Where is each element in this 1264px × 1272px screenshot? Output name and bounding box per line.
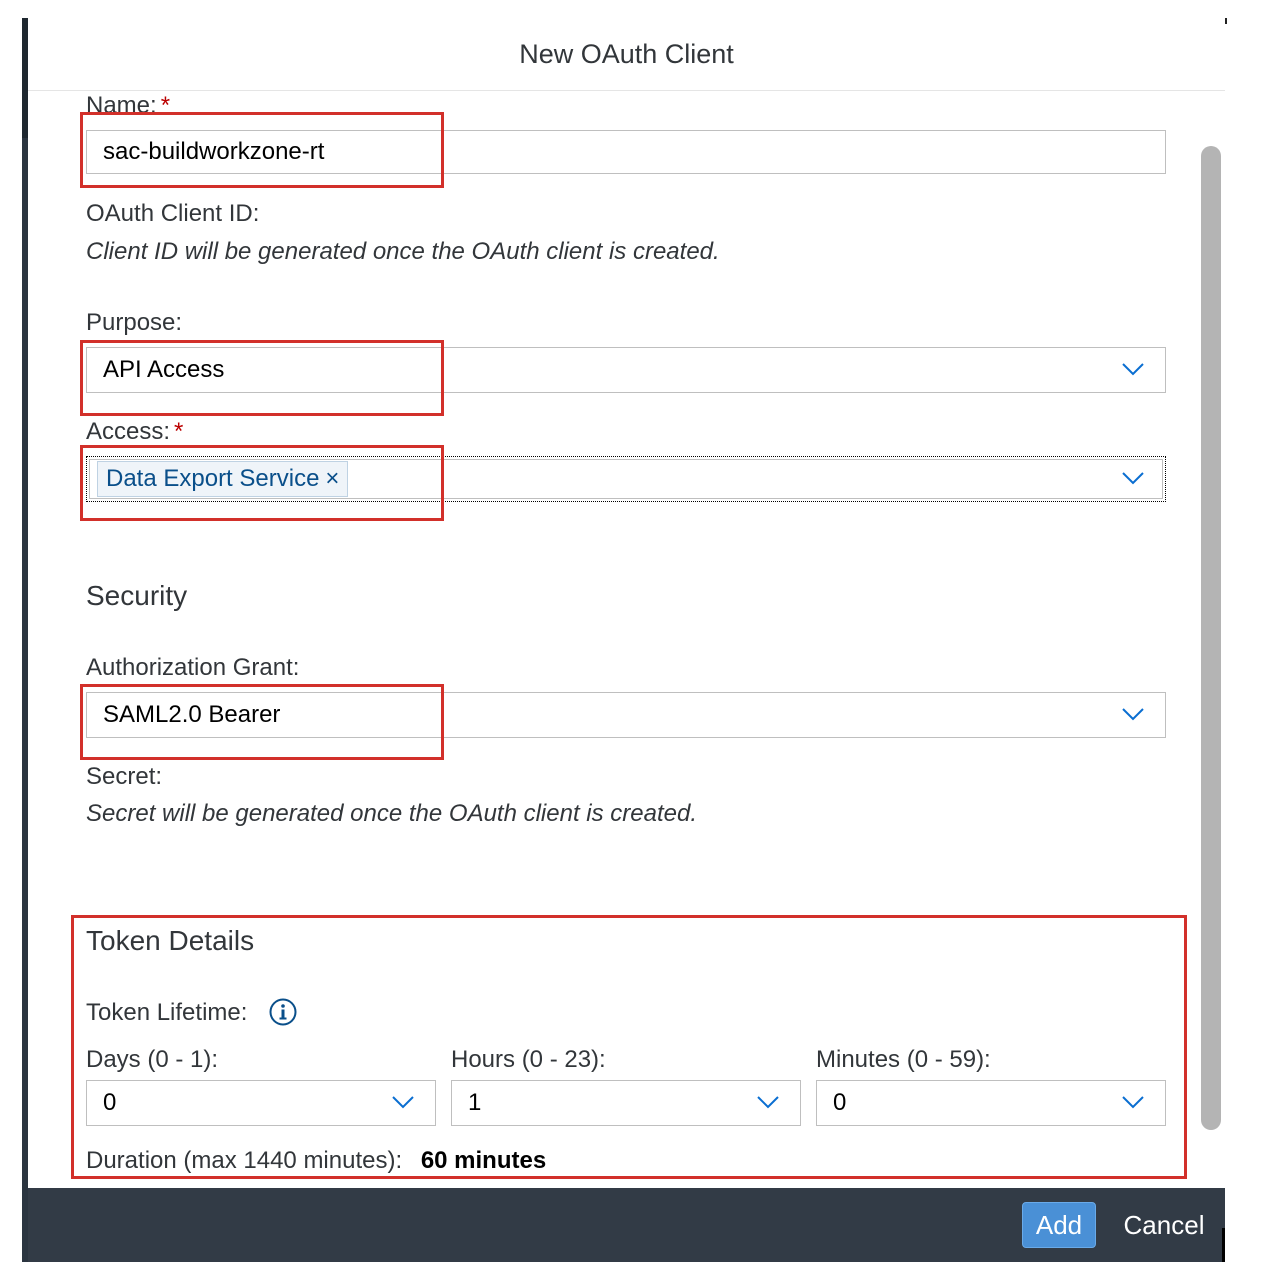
highlight-box-access [80, 445, 444, 521]
client-id-note: Client ID will be generated once the OAu… [86, 238, 720, 265]
window-edge-right-mark [1222, 1228, 1225, 1262]
chevron-down-icon [1122, 472, 1144, 485]
highlight-box-grant [80, 684, 444, 760]
days-select[interactable]: 0 [86, 1080, 436, 1126]
access-label: Access: * [86, 420, 183, 444]
hours-label: Hours (0 - 23): [451, 1046, 606, 1073]
secret-note: Secret will be generated once the OAuth … [86, 800, 698, 827]
hours-value: 1 [468, 1089, 482, 1116]
duration-row: Duration (max 1440 minutes): 60 minutes [86, 1149, 546, 1173]
chevron-down-icon [1122, 363, 1144, 376]
days-label: Days (0 - 1): [86, 1046, 219, 1073]
client-id-label: OAuth Client ID: [86, 200, 260, 227]
chevron-down-icon [1122, 708, 1144, 721]
dialog-title: New OAuth Client [28, 18, 1225, 91]
token-details-heading: Token Details [86, 925, 255, 956]
hours-select[interactable]: 1 [451, 1080, 801, 1126]
add-button[interactable]: Add [1022, 1202, 1096, 1248]
minutes-select[interactable]: 0 [816, 1080, 1166, 1126]
duration-value: 60 minutes [420, 1147, 547, 1174]
cancel-button[interactable]: Cancel [1112, 1202, 1216, 1248]
access-label-text: Access: [86, 418, 171, 445]
required-indicator: * [174, 418, 184, 445]
days-value: 0 [103, 1089, 117, 1116]
security-heading: Security [86, 580, 188, 611]
chevron-down-icon [392, 1096, 414, 1109]
chevron-down-icon [757, 1096, 779, 1109]
duration-label: Duration (max 1440 minutes): [86, 1147, 403, 1174]
token-lifetime-label: Token Lifetime: [86, 999, 248, 1026]
purpose-label: Purpose: [86, 309, 183, 336]
chevron-down-icon [1122, 1096, 1144, 1109]
info-icon[interactable] [269, 998, 297, 1026]
grant-label: Authorization Grant: [86, 654, 300, 681]
secret-label: Secret: [86, 763, 163, 790]
highlight-box-name [80, 112, 444, 188]
minutes-label: Minutes (0 - 59): [816, 1046, 991, 1073]
highlight-box-purpose [80, 340, 444, 416]
minutes-value: 0 [833, 1089, 847, 1116]
scrollbar-thumb[interactable] [1201, 146, 1221, 1130]
